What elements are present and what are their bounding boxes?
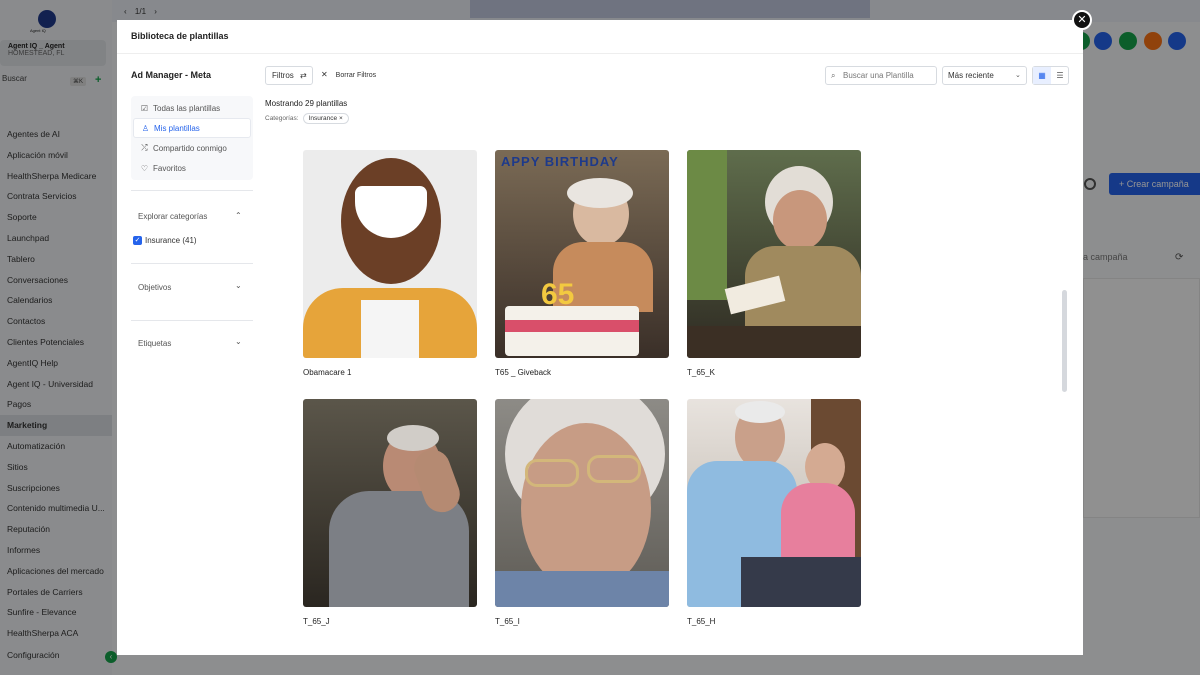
nav-all-templates[interactable]: ☑ Todas las plantillas: [133, 98, 251, 118]
template-card[interactable]: T_65_K: [687, 150, 861, 377]
template-name: T_65_J: [303, 617, 330, 626]
scrollbar[interactable]: [1062, 290, 1067, 392]
modal-title: Biblioteca de plantillas: [131, 31, 229, 41]
sliders-icon: ⇄: [300, 71, 307, 80]
template-card[interactable]: APPY BIRTHDAY 65 T65 _ Giveback: [495, 150, 669, 377]
chevron-down-icon[interactable]: ⌄: [235, 281, 242, 290]
nav-shared-with-me[interactable]: ⤮ Compartido conmigo: [133, 138, 251, 158]
divider: [131, 190, 253, 191]
nav-label: Compartido conmigo: [153, 143, 227, 153]
template-thumbnail[interactable]: [687, 399, 861, 607]
category-option-insurance[interactable]: ✓ Insurance (41): [133, 236, 197, 245]
nav-label: Favoritos: [153, 163, 186, 173]
nav-label: Todas las plantillas: [153, 103, 221, 113]
close-icon: ✕: [321, 70, 328, 79]
template-card[interactable]: Obamacare 1: [303, 150, 477, 377]
checkbox-list-icon: ☑: [140, 103, 149, 113]
sort-value: Más reciente: [948, 71, 994, 80]
results-count: Mostrando 29 plantillas: [265, 99, 348, 108]
grid-view-icon[interactable]: ▦: [1033, 67, 1051, 84]
divider: [131, 320, 253, 321]
template-library-modal: Biblioteca de plantillas Ad Manager - Me…: [117, 20, 1083, 655]
modal-header: Biblioteca de plantillas: [117, 20, 1083, 54]
category-chip[interactable]: Insurance ×: [302, 113, 349, 124]
filters-button[interactable]: Filtros ⇄: [265, 66, 313, 85]
template-card[interactable]: T_65_J: [303, 399, 477, 626]
heart-icon: ♡: [140, 163, 149, 173]
checkbox-checked[interactable]: ✓: [133, 236, 142, 245]
nav-my-templates[interactable]: ♙ Mis plantillas: [133, 118, 251, 138]
template-thumbnail[interactable]: [303, 399, 477, 607]
template-search-input[interactable]: ⌕ Buscar una Plantilla: [825, 66, 937, 85]
explore-categories-toggle[interactable]: Explorar categorías: [138, 212, 207, 221]
template-name: T_65_K: [687, 368, 716, 377]
template-card[interactable]: T_65_I: [495, 399, 669, 626]
template-thumbnail[interactable]: [495, 399, 669, 607]
divider: [131, 263, 253, 264]
toolbar: Filtros ⇄ ✕ Borrar Filtros ⌕ Buscar una …: [265, 66, 1071, 86]
objectives-toggle[interactable]: Objetivos: [138, 283, 171, 292]
template-name: Obamacare 1: [303, 368, 352, 377]
close-modal-button[interactable]: ✕: [1072, 10, 1092, 30]
category-option-label: Insurance (41): [145, 236, 197, 245]
template-name: T65 _ Giveback: [495, 368, 552, 377]
template-grid: Obamacare 1 APPY BIRTHDAY 65 T65 _ Giveb…: [303, 150, 863, 655]
template-nav: ☑ Todas las plantillas ♙ Mis plantillas …: [131, 96, 253, 180]
chevron-down-icon: ⌄: [1015, 72, 1021, 79]
search-placeholder: Buscar una Plantilla: [843, 71, 914, 80]
template-name: T_65_H: [687, 617, 716, 626]
categories-label: Categorías:: [265, 115, 299, 122]
filters-label: Filtros: [272, 71, 294, 80]
template-thumbnail[interactable]: [303, 150, 477, 358]
tags-toggle[interactable]: Etiquetas: [138, 339, 171, 348]
sort-select[interactable]: Más reciente ⌄: [942, 66, 1027, 85]
clear-filters-button[interactable]: ✕ Borrar Filtros: [321, 70, 376, 79]
clear-filters-label: Borrar Filtros: [335, 72, 377, 79]
nav-label: Mis plantillas: [154, 123, 200, 133]
nav-favorites[interactable]: ♡ Favoritos: [133, 158, 251, 178]
chevron-up-icon[interactable]: ⌃: [235, 211, 242, 220]
section-title: Ad Manager - Meta: [131, 70, 212, 80]
active-filters: Categorías: Insurance ×: [265, 113, 349, 124]
template-thumbnail[interactable]: APPY BIRTHDAY 65: [495, 150, 669, 358]
share-icon: ⤮: [141, 143, 148, 152]
chevron-down-icon[interactable]: ⌄: [235, 337, 242, 346]
view-toggle: ▦ ☰: [1032, 66, 1069, 85]
template-card[interactable]: T_65_H: [687, 399, 861, 626]
template-name: T_65_I: [495, 617, 520, 626]
user-icon: ♙: [141, 123, 150, 133]
search-icon: ⌕: [831, 71, 836, 80]
template-thumbnail[interactable]: [687, 150, 861, 358]
list-view-icon[interactable]: ☰: [1051, 67, 1069, 84]
